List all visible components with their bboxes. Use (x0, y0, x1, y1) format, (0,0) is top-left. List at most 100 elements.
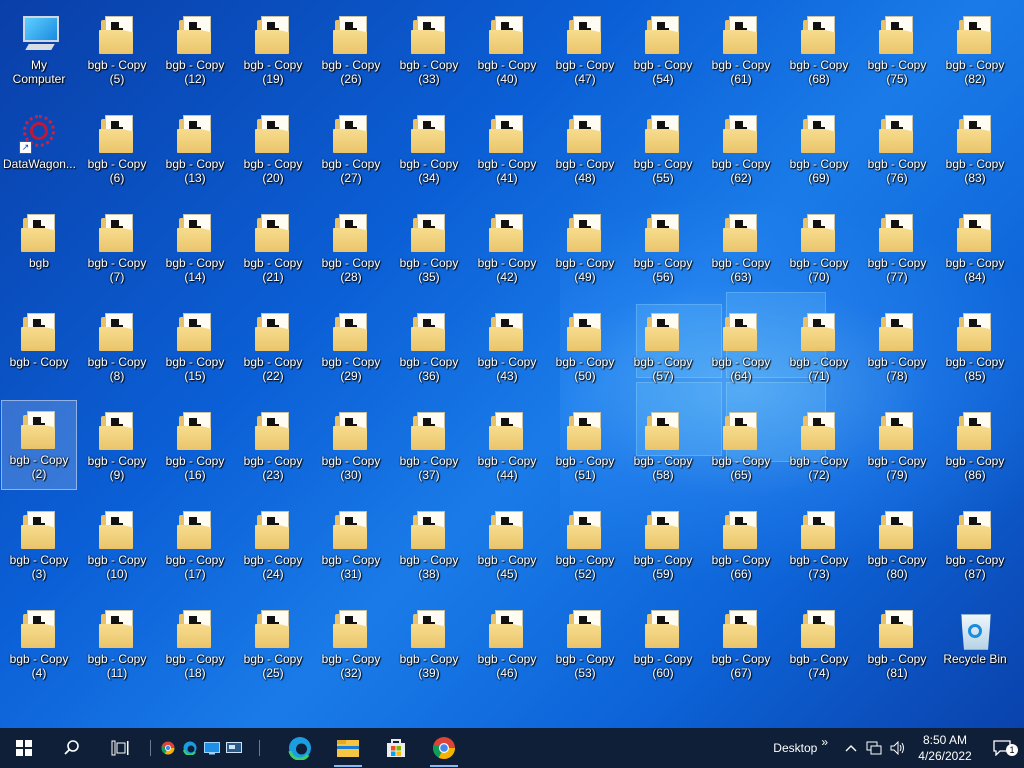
desktop-icon[interactable]: bgb - Copy (13) (157, 105, 233, 195)
desktop-icon[interactable]: bgb - Copy (56) (625, 204, 701, 294)
volume-button[interactable] (886, 741, 910, 755)
desktop-icon[interactable]: bgb - Copy (66) (703, 501, 779, 591)
desktop-icon[interactable]: bgb - Copy (44) (469, 402, 545, 492)
desktop-icon[interactable]: bgb - Copy (87) (937, 501, 1013, 591)
desktop-icon[interactable]: bgb - Copy (10) (79, 501, 155, 591)
desktop-icon[interactable]: bgb - Copy (53) (547, 600, 623, 690)
desktop-icon[interactable]: bgb - Copy (4) (1, 600, 77, 690)
desktop-icon[interactable]: bgb - Copy (70) (781, 204, 857, 294)
desktop-icon[interactable]: bgb - Copy (51) (547, 402, 623, 492)
desktop-icon[interactable]: bgb - Copy (85) (937, 303, 1013, 393)
desktop-icon[interactable]: ↗ DataWagon... (1, 105, 77, 195)
desktop-icon[interactable]: bgb - Copy (6) (79, 105, 155, 195)
desktop-icon[interactable]: bgb - Copy (75) (859, 6, 935, 96)
desktop-icon[interactable]: bgb - Copy (17) (157, 501, 233, 591)
desktop-icon[interactable]: bgb - Copy (33) (391, 6, 467, 96)
notification-button[interactable]: 1 (980, 740, 1024, 756)
desktop-icon[interactable]: bgb - Copy (49) (547, 204, 623, 294)
network-button[interactable] (862, 741, 886, 755)
desktop-icon[interactable]: bgb - Copy (80) (859, 501, 935, 591)
desktop-toolbar-label[interactable]: Desktop (773, 741, 817, 755)
tray-overflow-button[interactable] (840, 744, 862, 752)
desktop-icon[interactable]: bgb - Copy (50) (547, 303, 623, 393)
desktop-icon[interactable]: bgb - Copy (31) (313, 501, 389, 591)
desktop-icon[interactable]: bgb - Copy (1, 303, 77, 393)
desktop-icon[interactable]: bgb - Copy (74) (781, 600, 857, 690)
desktop-icon[interactable]: bgb - Copy (81) (859, 600, 935, 690)
quicklaunch-desktop[interactable] (201, 728, 223, 768)
start-button[interactable] (0, 728, 48, 768)
desktop-icon[interactable]: bgb - Copy (7) (79, 204, 155, 294)
desktop-icon[interactable]: bgb - Copy (5) (79, 6, 155, 96)
desktop-icon[interactable]: bgb - Copy (42) (469, 204, 545, 294)
desktop-icon[interactable]: bgb - Copy (28) (313, 204, 389, 294)
desktop-icon[interactable]: bgb - Copy (69) (781, 105, 857, 195)
desktop-icon[interactable]: bgb - Copy (68) (781, 6, 857, 96)
desktop-icon[interactable]: bgb - Copy (78) (859, 303, 935, 393)
desktop-icon[interactable]: bgb - Copy (2) (1, 400, 77, 490)
desktop-icon[interactable]: bgb - Copy (15) (157, 303, 233, 393)
taskbar-store[interactable] (372, 728, 420, 768)
quicklaunch-edge[interactable] (179, 728, 201, 768)
desktop-icon[interactable]: bgb - Copy (32) (313, 600, 389, 690)
taskbar-chrome[interactable] (420, 728, 468, 768)
desktop-icon[interactable]: bgb - Copy (21) (235, 204, 311, 294)
desktop-icon[interactable]: bgb - Copy (72) (781, 402, 857, 492)
desktop-icon[interactable]: bgb - Copy (35) (391, 204, 467, 294)
desktop-icon[interactable]: bgb - Copy (20) (235, 105, 311, 195)
desktop-icon[interactable]: bgb - Copy (11) (79, 600, 155, 690)
desktop-icon[interactable]: My Computer (1, 6, 77, 96)
desktop-icon[interactable]: bgb - Copy (63) (703, 204, 779, 294)
desktop-icon[interactable]: bgb - Copy (67) (703, 600, 779, 690)
toolbar-overflow-icon[interactable]: » (821, 735, 828, 749)
desktop-icon[interactable]: bgb - Copy (26) (313, 6, 389, 96)
desktop-icon[interactable]: bgb - Copy (46) (469, 600, 545, 690)
desktop-icon[interactable]: bgb - Copy (8) (79, 303, 155, 393)
desktop-icon[interactable]: bgb - Copy (45) (469, 501, 545, 591)
desktop-icon[interactable]: bgb - Copy (76) (859, 105, 935, 195)
quicklaunch-remote[interactable] (223, 728, 245, 768)
desktop[interactable]: My Computer ↗ DataWagon... bgb bgb - Copy bgb… (0, 0, 1024, 728)
desktop-icon[interactable]: bgb - Copy (37) (391, 402, 467, 492)
desktop-icon[interactable]: bgb - Copy (30) (313, 402, 389, 492)
desktop-icon[interactable]: bgb - Copy (14) (157, 204, 233, 294)
desktop-icon[interactable]: bgb - Copy (62) (703, 105, 779, 195)
desktop-icon[interactable]: bgb - Copy (82) (937, 6, 1013, 96)
desktop-icon[interactable]: bgb - Copy (24) (235, 501, 311, 591)
desktop-icon[interactable]: bgb - Copy (38) (391, 501, 467, 591)
desktop-icon[interactable]: Recycle Bin (937, 600, 1013, 690)
desktop-icon[interactable]: bgb - Copy (12) (157, 6, 233, 96)
desktop-icon[interactable]: bgb - Copy (52) (547, 501, 623, 591)
desktop-icon[interactable]: bgb - Copy (9) (79, 402, 155, 492)
search-button[interactable] (48, 728, 96, 768)
desktop-icon[interactable]: bgb - Copy (83) (937, 105, 1013, 195)
desktop-icon[interactable]: bgb - Copy (71) (781, 303, 857, 393)
desktop-icon[interactable]: bgb - Copy (25) (235, 600, 311, 690)
desktop-icon[interactable]: bgb - Copy (43) (469, 303, 545, 393)
desktop-icon[interactable]: bgb - Copy (36) (391, 303, 467, 393)
taskbar-file-explorer[interactable] (324, 728, 372, 768)
desktop-icon[interactable]: bgb - Copy (19) (235, 6, 311, 96)
desktop-icon[interactable]: bgb - Copy (77) (859, 204, 935, 294)
desktop-icon[interactable]: bgb - Copy (54) (625, 6, 701, 96)
desktop-icon[interactable]: bgb - Copy (60) (625, 600, 701, 690)
desktop-icon[interactable]: bgb - Copy (55) (625, 105, 701, 195)
desktop-icon[interactable]: bgb - Copy (40) (469, 6, 545, 96)
desktop-icon[interactable]: bgb - Copy (65) (703, 402, 779, 492)
clock[interactable]: 8:50 AM 4/26/2022 (910, 732, 980, 764)
desktop-icon[interactable]: bgb - Copy (34) (391, 105, 467, 195)
desktop-icon[interactable]: bgb - Copy (57) (625, 303, 701, 393)
desktop-icon[interactable]: bgb (1, 204, 77, 294)
desktop-icon[interactable]: bgb - Copy (84) (937, 204, 1013, 294)
quicklaunch-chrome[interactable] (157, 728, 179, 768)
desktop-icon[interactable]: bgb - Copy (23) (235, 402, 311, 492)
desktop-icon[interactable]: bgb - Copy (29) (313, 303, 389, 393)
desktop-icon[interactable]: bgb - Copy (59) (625, 501, 701, 591)
desktop-icon[interactable]: bgb - Copy (27) (313, 105, 389, 195)
desktop-icon[interactable]: bgb - Copy (73) (781, 501, 857, 591)
desktop-icon[interactable]: bgb - Copy (22) (235, 303, 311, 393)
desktop-icon[interactable]: bgb - Copy (64) (703, 303, 779, 393)
desktop-icon[interactable]: bgb - Copy (41) (469, 105, 545, 195)
desktop-icon[interactable]: bgb - Copy (48) (547, 105, 623, 195)
taskbar-edge[interactable] (276, 728, 324, 768)
